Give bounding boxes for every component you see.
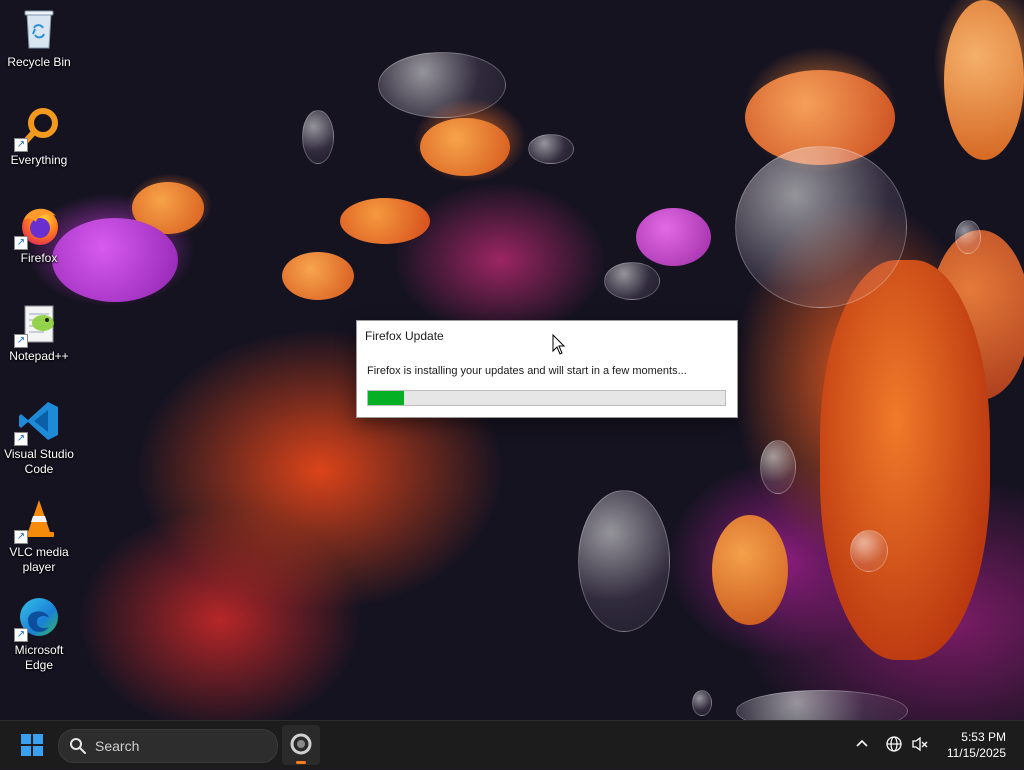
edge-icon: ↗ (14, 594, 62, 642)
start-button[interactable] (16, 729, 48, 761)
running-indicator (296, 761, 306, 764)
update-progress-bar (367, 390, 726, 406)
globe-network-icon (886, 736, 902, 752)
clock-date: 11/15/2025 (946, 746, 1006, 760)
desktop-icon-label: Recycle Bin (7, 55, 71, 69)
dialog-title: Firefox Update (365, 329, 444, 343)
shortcut-arrow-icon: ↗ (14, 628, 28, 642)
windows-logo-icon (21, 734, 43, 756)
desktop-icon-vlc[interactable]: ↗ VLC media player (2, 496, 76, 575)
vscode-icon: ↗ (14, 398, 62, 446)
network-button[interactable] (885, 735, 903, 758)
taskbar-clock[interactable]: 5:53 PM 11/15/2025 (947, 729, 1006, 761)
update-app-icon (290, 733, 312, 755)
desktop-icon-vscode[interactable]: ↗ Visual Studio Code (2, 398, 76, 477)
chevron-up-icon (856, 739, 868, 747)
mouse-cursor-icon (552, 333, 566, 361)
taskbar-search-box[interactable]: Search (58, 729, 278, 763)
search-icon (70, 738, 86, 754)
desktop-icon-firefox[interactable]: ↗ Firefox (2, 202, 76, 266)
shortcut-arrow-icon: ↗ (14, 530, 28, 544)
vlc-cone-icon: ↗ (14, 496, 62, 544)
magnifier-icon: ↗ (14, 104, 62, 152)
desktop-icon-everything[interactable]: ↗ Everything (2, 104, 76, 168)
search-placeholder: Search (95, 738, 140, 754)
shortcut-arrow-icon: ↗ (14, 432, 28, 446)
shortcut-arrow-icon: ↗ (14, 236, 28, 250)
firefox-icon: ↗ (14, 202, 62, 250)
firefox-update-dialog[interactable]: Firefox Update Firefox is installing you… (356, 320, 738, 418)
speaker-muted-icon (912, 736, 928, 752)
clock-time: 5:53 PM (961, 730, 1006, 744)
shortcut-arrow-icon: ↗ (14, 138, 28, 152)
desktop-icon-label: Everything (10, 153, 68, 167)
show-hidden-icons-button[interactable] (854, 735, 870, 756)
desktop-icon-label: Firefox (20, 251, 58, 265)
desktop-icon-recycle-bin[interactable]: Recycle Bin (2, 6, 76, 70)
taskbar-app-firefox-update[interactable] (282, 725, 320, 765)
desktop-icon-label: VLC media player (9, 545, 69, 574)
update-progress-fill (368, 391, 404, 405)
desktop-wallpaper: Recycle Bin ↗ Everything ↗ Firefox ↗ Not… (0, 0, 1024, 720)
desktop-icon-label: Notepad++ (9, 349, 69, 363)
volume-button[interactable] (911, 735, 929, 758)
desktop-icon-edge[interactable]: ↗ Microsoft Edge (2, 594, 76, 673)
dialog-message: Firefox is installing your updates and w… (367, 365, 687, 377)
taskbar: Search 5:53 PM 11/15/2025 (0, 720, 1024, 769)
shortcut-arrow-icon: ↗ (14, 334, 28, 348)
notepadpp-icon: ↗ (14, 300, 62, 348)
desktop-icon-label: Visual Studio Code (4, 447, 74, 476)
desktop-icon-notepadpp[interactable]: ↗ Notepad++ (2, 300, 76, 364)
recycle-bin-icon (16, 6, 62, 52)
desktop-icon-label: Microsoft Edge (14, 643, 64, 672)
